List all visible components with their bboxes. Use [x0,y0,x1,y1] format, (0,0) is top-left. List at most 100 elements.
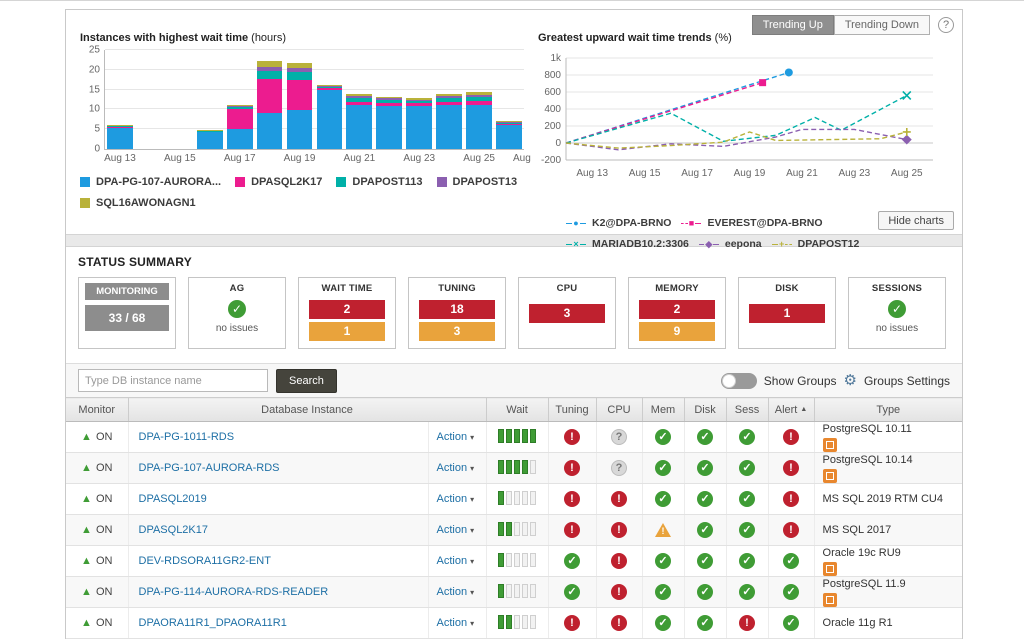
error-icon[interactable]: ! [564,615,580,631]
status-card-memory[interactable]: MEMORY29 [628,277,726,349]
col-type[interactable]: Type [814,398,962,422]
trending-down-button[interactable]: Trending Down [834,15,930,35]
ok-icon[interactable]: ✓ [739,522,755,538]
wait-gauge[interactable] [498,522,536,536]
ok-icon[interactable]: ✓ [697,460,713,476]
bar-aug-16[interactable] [195,50,225,149]
col-alert[interactable]: Alert▲ [768,398,814,422]
ok-icon[interactable]: ✓ [697,429,713,445]
error-icon[interactable]: ! [611,553,627,569]
wait-gauge[interactable] [498,615,536,629]
ok-icon[interactable]: ✓ [655,429,671,445]
ok-icon[interactable]: ✓ [739,460,755,476]
ok-icon[interactable]: ✓ [564,584,580,600]
wait-gauge[interactable] [498,491,536,505]
instance-link[interactable]: DPA-PG-1011-RDS [139,431,235,443]
error-icon[interactable]: ! [611,491,627,507]
action-menu[interactable]: Action▾ [437,462,475,474]
action-menu[interactable]: Action▾ [437,586,475,598]
error-icon[interactable]: ! [611,584,627,600]
legend-item[interactable]: DPA-PG-107-AURORA... [80,176,221,188]
wait-gauge[interactable] [498,460,536,474]
unknown-icon[interactable]: ? [611,429,627,445]
col-wait[interactable]: Wait [486,398,548,422]
bar-aug-21[interactable] [344,50,374,149]
status-card-cpu[interactable]: CPU3 [518,277,616,349]
error-icon[interactable]: ! [783,460,799,476]
legend-item[interactable]: SQL16AWONAGN1 [80,197,196,209]
legend-item[interactable]: DPAPOST113 [336,176,422,188]
error-icon[interactable]: ! [611,522,627,538]
action-menu[interactable]: Action▾ [437,431,475,443]
legend-item[interactable]: ◆eepona [699,238,762,250]
wait-gauge[interactable] [498,584,536,598]
bar-aug-24[interactable] [434,50,464,149]
wait-gauge[interactable] [498,429,536,443]
instance-link[interactable]: DEV-RDSORA11GR2-ENT [139,555,271,567]
instance-link[interactable]: DPA-PG-107-AURORA-RDS [139,462,280,474]
col-database-instance[interactable]: Database Instance [128,398,486,422]
warning-icon[interactable]: ! [655,523,671,537]
ok-icon[interactable]: ✓ [697,553,713,569]
instance-link[interactable]: DPAORA11R1_DPAORA11R1 [139,617,287,629]
help-icon[interactable]: ? [938,17,954,33]
ok-icon[interactable]: ✓ [655,491,671,507]
ok-icon[interactable]: ✓ [739,429,755,445]
ok-icon[interactable]: ✓ [739,584,755,600]
wait-gauge[interactable] [498,553,536,567]
legend-item[interactable]: ●K2@DPA-BRNO [566,217,671,229]
instance-link[interactable]: DPASQL2K17 [139,524,209,536]
error-icon[interactable]: ! [564,522,580,538]
hide-charts-button[interactable]: Hide charts [878,211,954,230]
bar-aug-15[interactable] [165,50,195,149]
monitor-status[interactable]: ▲ON [81,555,112,567]
bar-aug-19[interactable] [285,50,315,149]
unknown-icon[interactable]: ? [611,460,627,476]
ok-icon[interactable]: ✓ [697,522,713,538]
legend-item[interactable]: ×MARIADB10.2:3306 [566,238,689,250]
action-menu[interactable]: Action▾ [437,555,475,567]
col-sess[interactable]: Sess [726,398,768,422]
legend-item[interactable]: DPAPOST13 [437,176,518,188]
error-icon[interactable]: ! [783,429,799,445]
bar-aug-13[interactable] [105,50,135,149]
groups-settings-label[interactable]: Groups Settings [864,374,950,388]
col-mem[interactable]: Mem [642,398,684,422]
status-card-disk[interactable]: DISK1 [738,277,836,349]
error-icon[interactable]: ! [783,522,799,538]
action-menu[interactable]: Action▾ [437,617,475,629]
bar-aug-20[interactable] [314,50,344,149]
ok-icon[interactable]: ✓ [783,553,799,569]
show-groups-toggle[interactable] [721,373,757,389]
action-menu[interactable]: Action▾ [437,493,475,505]
legend-item[interactable]: DPASQL2K17 [235,176,322,188]
monitor-status[interactable]: ▲ON [81,617,112,629]
monitor-status[interactable]: ▲ON [81,524,112,536]
ok-icon[interactable]: ✓ [697,615,713,631]
monitor-status[interactable]: ▲ON [81,462,112,474]
bar-aug-17[interactable] [225,50,255,149]
ok-icon[interactable]: ✓ [655,553,671,569]
monitor-status[interactable]: ▲ON [81,586,112,598]
bar-aug-26[interactable] [494,50,524,149]
ok-icon[interactable]: ✓ [739,553,755,569]
ok-icon[interactable]: ✓ [655,615,671,631]
error-icon[interactable]: ! [564,460,580,476]
ok-icon[interactable]: ✓ [739,491,755,507]
ok-icon[interactable]: ✓ [783,615,799,631]
legend-item[interactable]: ■EVEREST@DPA-BRNO [681,217,822,229]
status-card-ag[interactable]: AG✓no issues [188,277,286,349]
action-menu[interactable]: Action▾ [437,524,475,536]
legend-item[interactable]: +DPAPOST12 [772,238,860,250]
status-card-monitoring[interactable]: MONITORING33 / 68 [78,277,176,349]
search-input[interactable] [78,369,268,392]
status-card-tuning[interactable]: TUNING183 [408,277,506,349]
error-icon[interactable]: ! [611,615,627,631]
status-card-wait-time[interactable]: WAIT TIME21 [298,277,396,349]
ok-icon[interactable]: ✓ [564,553,580,569]
bar-aug-18[interactable] [255,50,285,149]
bar-aug-14[interactable] [135,50,165,149]
status-card-sessions[interactable]: SESSIONS✓no issues [848,277,946,349]
col-disk[interactable]: Disk [684,398,726,422]
col-tuning[interactable]: Tuning [548,398,596,422]
